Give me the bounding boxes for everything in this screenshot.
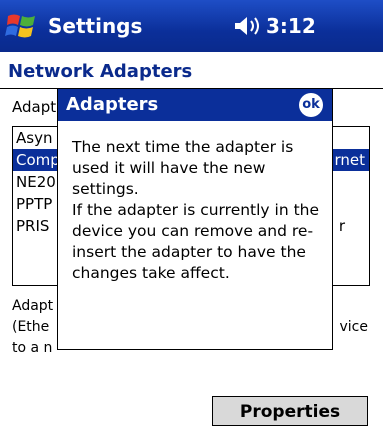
adapters-dialog: Adapters ok The next time the adapter is… — [57, 88, 333, 350]
properties-button[interactable]: Properties — [212, 396, 368, 426]
page-title: Network Adapters — [8, 61, 193, 82]
list-item-right-fragment: r — [338, 217, 345, 235]
list-item-label: Comp — [16, 151, 60, 169]
list-item-right-fragment: rnet — [334, 151, 365, 169]
ok-button[interactable]: ok — [299, 93, 323, 117]
app-title: Settings — [48, 14, 143, 38]
dialog-message: The next time the adapter is used it wil… — [72, 138, 320, 282]
dialog-title-bar: Adapters ok — [58, 89, 332, 121]
speaker-icon[interactable] — [232, 15, 262, 37]
title-bar: Settings 3:12 — [0, 0, 383, 52]
description-right-fragment: vice — [339, 319, 369, 335]
adapters-label-text: Adapt — [12, 98, 57, 116]
clock[interactable]: 3:12 — [266, 13, 316, 39]
description-line-text: (Ethe — [12, 319, 50, 335]
windows-flag-icon[interactable] — [4, 8, 40, 44]
dialog-title: Adapters — [66, 94, 159, 115]
list-item-label: PRIS — [16, 217, 50, 235]
